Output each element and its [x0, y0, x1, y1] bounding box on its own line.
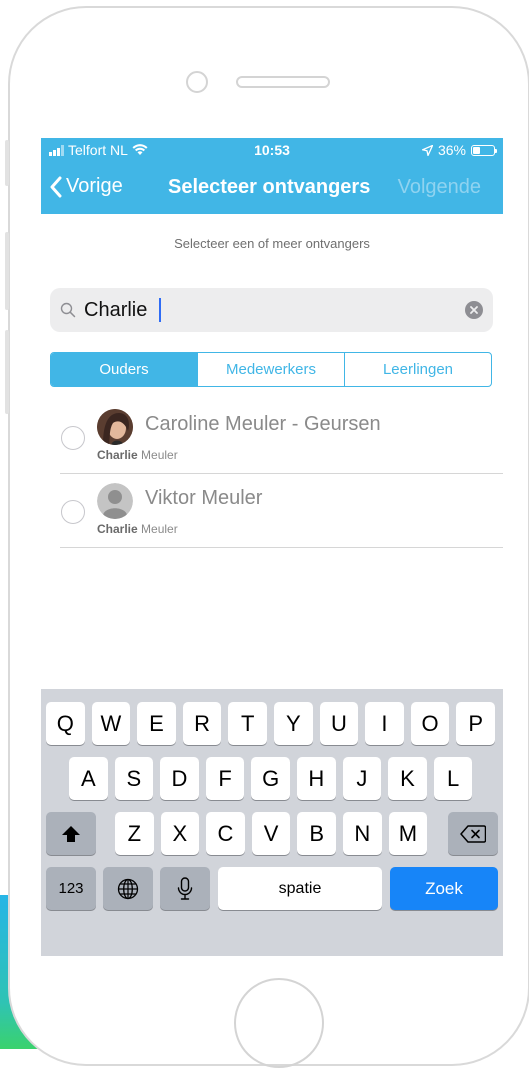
key-x[interactable]: X	[160, 812, 200, 855]
shift-key[interactable]	[46, 812, 96, 855]
key-u[interactable]: U	[319, 702, 359, 745]
key-m[interactable]: M	[388, 812, 428, 855]
backspace-icon	[460, 824, 486, 843]
text-cursor	[159, 298, 161, 322]
next-button[interactable]: Volgende	[398, 176, 481, 199]
key-n[interactable]: N	[343, 812, 382, 855]
recipient-name: Viktor Meuler	[145, 487, 263, 509]
search-bar[interactable]	[50, 288, 493, 332]
search-return-key[interactable]: Zoek	[390, 867, 498, 910]
search-input[interactable]	[84, 296, 454, 324]
match-highlight: Charlie	[97, 522, 138, 536]
earpiece-speaker	[236, 76, 330, 88]
key-q[interactable]: Q	[46, 702, 85, 745]
select-radio[interactable]	[61, 500, 85, 524]
space-key[interactable]: spatie	[218, 867, 382, 910]
chevron-left-icon	[50, 176, 62, 197]
key-z[interactable]: Z	[115, 812, 154, 855]
search-icon	[60, 302, 76, 318]
recipient-name: Caroline Meuler - Geursen	[145, 413, 381, 435]
child-surname: Meuler	[141, 448, 178, 462]
navigation-bar: Vorige Selecteer ontvangers Volgende	[41, 162, 503, 214]
key-h[interactable]: H	[297, 757, 336, 800]
microphone-icon	[177, 876, 193, 900]
front-camera	[186, 71, 208, 93]
key-g[interactable]: G	[251, 757, 290, 800]
match-highlight: Charlie	[97, 448, 138, 462]
key-w[interactable]: W	[91, 702, 131, 745]
key-s[interactable]: S	[114, 757, 154, 800]
location-arrow-icon	[421, 144, 433, 156]
key-l[interactable]: L	[433, 757, 473, 800]
status-bar: Telfort NL 10:53 36%	[41, 138, 503, 162]
key-o[interactable]: O	[410, 702, 450, 745]
key-c[interactable]: C	[206, 812, 245, 855]
battery-icon	[471, 144, 497, 156]
back-button[interactable]: Vorige	[49, 175, 123, 198]
key-e[interactable]: E	[137, 702, 176, 745]
avatar	[97, 409, 133, 445]
volume-down-button	[5, 330, 9, 414]
select-radio[interactable]	[61, 426, 85, 450]
recipient-type-segmented-control: Ouders Medewerkers Leerlingen	[50, 352, 492, 387]
dictation-key[interactable]	[160, 867, 210, 910]
recipient-child: Charlie Meuler	[97, 448, 178, 462]
key-k[interactable]: K	[388, 757, 427, 800]
key-t[interactable]: T	[228, 702, 267, 745]
key-y[interactable]: Y	[274, 702, 313, 745]
key-i[interactable]: I	[365, 702, 404, 745]
home-button[interactable]	[234, 978, 324, 1068]
key-f[interactable]: F	[205, 757, 245, 800]
back-label: Vorige	[66, 175, 123, 197]
key-b[interactable]: B	[297, 812, 336, 855]
instruction-text: Selecteer een of meer ontvangers	[174, 236, 370, 251]
clear-search-icon[interactable]	[465, 301, 483, 319]
recipient-row[interactable]: Caroline Meuler - Geursen Charlie Meuler	[41, 400, 503, 474]
key-d[interactable]: D	[160, 757, 199, 800]
segment-leerlingen[interactable]: Leerlingen	[344, 353, 491, 386]
child-surname: Meuler	[141, 522, 178, 536]
segment-medewerkers[interactable]: Medewerkers	[197, 353, 344, 386]
recipient-child: Charlie Meuler	[97, 522, 178, 536]
key-p[interactable]: P	[456, 702, 495, 745]
backspace-key[interactable]	[448, 812, 498, 855]
key-v[interactable]: V	[251, 812, 291, 855]
row-divider	[60, 547, 503, 548]
recipient-row[interactable]: Viktor Meuler Charlie Meuler	[41, 474, 503, 548]
globe-icon	[117, 878, 139, 899]
key-a[interactable]: A	[69, 757, 108, 800]
app-screen: Telfort NL 10:53 36% Vorige Selecteer on…	[41, 138, 503, 956]
segment-ouders[interactable]: Ouders	[51, 353, 197, 386]
page-title: Selecteer ontvangers	[168, 176, 371, 198]
key-r[interactable]: R	[182, 702, 222, 745]
battery-percentage: 36%	[437, 142, 466, 158]
on-screen-keyboard: QWERTYUIOP ASDFGHJKL ZXCVBNM 123 spatie …	[41, 689, 503, 956]
shift-arrow-icon	[62, 825, 80, 842]
volume-up-button	[5, 232, 9, 310]
key-j[interactable]: J	[342, 757, 382, 800]
numbers-key[interactable]: 123	[46, 867, 96, 910]
placeholder-avatar-icon	[97, 483, 133, 519]
globe-key[interactable]	[103, 867, 153, 910]
mute-switch	[5, 140, 9, 186]
